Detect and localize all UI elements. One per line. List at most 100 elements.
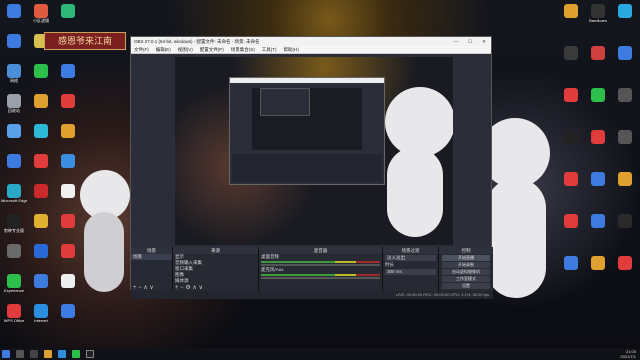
obs-window[interactable]: OBS 27.0.1 (64-bit, windows) - 配置文件: 未命名… — [130, 36, 493, 299]
desktop-icon[interactable]: Bandicam — [585, 4, 611, 32]
menu-scene-collection[interactable]: 场景集合(S) — [231, 47, 255, 53]
desktop-icon[interactable] — [55, 124, 81, 152]
start-recording-button[interactable]: 开始录制 — [442, 262, 490, 268]
minimize-button[interactable]: — — [449, 39, 463, 44]
menu-edit[interactable]: 编辑(E) — [156, 47, 171, 53]
desktop-icon[interactable] — [28, 124, 54, 152]
app-icon — [591, 130, 605, 144]
taskbar-app-icon[interactable] — [44, 350, 52, 358]
desktop-icon[interactable] — [28, 214, 54, 242]
desktop-icon[interactable] — [612, 46, 638, 74]
desktop-icon[interactable] — [28, 64, 54, 92]
menu-file[interactable]: 文件(F) — [134, 47, 149, 53]
search-icon[interactable] — [16, 350, 24, 358]
obs-menu-bar: 文件(F) 编辑(E) 视图(V) 配置文件(P) 场景集合(S) 工具(T) … — [131, 46, 491, 54]
task-view-icon[interactable] — [30, 350, 38, 358]
desktop-icon[interactable]: 剪映专业版 — [1, 214, 27, 242]
desktop-icon[interactable] — [585, 130, 611, 158]
sources-dock: 来源 显示 音频输入采集 窗口采集 图像 媒体源 + − ⚙ ∧ ∨ — [173, 247, 259, 291]
desktop-icon[interactable] — [585, 172, 611, 200]
desktop-icon[interactable]: 小区滤镜 — [28, 4, 54, 32]
app-icon — [61, 184, 75, 198]
desktop-icon[interactable] — [28, 244, 54, 272]
duration-input[interactable]: 300 ms — [385, 269, 436, 275]
desktop-icon[interactable]: 回收站 — [1, 94, 27, 122]
scene-item[interactable]: 场景 — [131, 254, 172, 260]
desktop-icon[interactable] — [55, 4, 81, 32]
app-icon — [7, 64, 21, 78]
desktop-icon[interactable]: Microsoft Edge — [1, 184, 27, 212]
desktop-icon[interactable] — [1, 154, 27, 182]
desktop-icon[interactable] — [585, 46, 611, 74]
desktop-icon[interactable] — [558, 256, 584, 284]
app-icon — [7, 184, 21, 198]
desktop-icon[interactable] — [28, 94, 54, 122]
desktop-icon[interactable] — [28, 154, 54, 182]
transition-type-select[interactable]: 淡入淡出 — [385, 255, 436, 261]
desktop-icon[interactable] — [28, 274, 54, 302]
obs-taskbar-icon[interactable] — [86, 350, 94, 358]
desktop-icon[interactable] — [1, 4, 27, 32]
desktop-icon[interactable]: Internet — [28, 304, 54, 332]
volume-slider[interactable] — [261, 277, 380, 279]
desktop-icon[interactable] — [612, 130, 638, 158]
desktop-icon[interactable] — [558, 172, 584, 200]
menu-view[interactable]: 视图(V) — [178, 47, 193, 53]
desktop-icon[interactable] — [55, 214, 81, 242]
desktop-icon[interactable] — [558, 130, 584, 158]
virtual-camera-button[interactable]: 启动虚拟摄像机 — [442, 269, 490, 275]
desktop-icon[interactable] — [55, 184, 81, 212]
menu-tools[interactable]: 工具(T) — [262, 47, 277, 53]
desktop-icon[interactable] — [28, 184, 54, 212]
desktop-icon[interactable] — [1, 124, 27, 152]
app-icon — [34, 244, 48, 258]
audio-meter — [261, 261, 380, 263]
menu-help[interactable]: 帮助(H) — [284, 47, 299, 53]
desktop-icon[interactable] — [1, 244, 27, 272]
taskbar-app-icon[interactable] — [72, 350, 80, 358]
desktop-icon[interactable] — [612, 172, 638, 200]
start-button[interactable] — [2, 350, 10, 358]
volume-slider[interactable] — [261, 264, 380, 266]
menu-profile[interactable]: 配置文件(P) — [200, 47, 224, 53]
close-button[interactable]: ✕ — [477, 39, 491, 45]
desktop-icon[interactable] — [612, 214, 638, 242]
system-tray-clock[interactable]: 21:00 2021/7/1 — [620, 348, 636, 360]
maximize-button[interactable]: ☐ — [463, 39, 477, 45]
desktop-icon[interactable] — [55, 64, 81, 92]
desktop-icon[interactable] — [612, 4, 638, 32]
app-icon — [564, 172, 578, 186]
app-icon — [7, 124, 21, 138]
app-icon — [618, 172, 632, 186]
desktop-icon[interactable] — [585, 88, 611, 116]
desktop-icon[interactable] — [585, 214, 611, 242]
obs-title-bar[interactable]: OBS 27.0.1 (64-bit, windows) - 配置文件: 未命名… — [131, 37, 491, 46]
start-streaming-button[interactable]: 开始直播 — [442, 255, 490, 261]
mascot-figure — [387, 147, 443, 237]
source-item[interactable]: 媒体源 — [173, 278, 258, 284]
desktop-icon[interactable] — [558, 46, 584, 74]
studio-mode-button[interactable]: 工作室模式 — [442, 276, 490, 282]
desktop-icon[interactable] — [585, 256, 611, 284]
desktop-icon[interactable] — [55, 154, 81, 182]
desktop-icon[interactable]: Experience — [1, 274, 27, 302]
transitions-dock: 场景过渡 淡入淡出 时长 300 ms — [383, 247, 439, 291]
app-icon — [618, 214, 632, 228]
taskbar-app-icon[interactable] — [58, 350, 66, 358]
desktop-icon[interactable] — [55, 244, 81, 272]
desktop-icon[interactable] — [612, 256, 638, 284]
app-icon — [61, 154, 75, 168]
desktop-icon[interactable] — [612, 88, 638, 116]
desktop-icon[interactable] — [558, 214, 584, 242]
controls-dock: 控制 开始直播 开始录制 启动虚拟摄像机 工作室模式 设置 — [439, 247, 493, 291]
desktop-icon[interactable] — [55, 274, 81, 302]
desktop-icon[interactable] — [558, 4, 584, 32]
desktop-icon[interactable] — [558, 88, 584, 116]
desktop-icon[interactable] — [55, 94, 81, 122]
settings-button[interactable]: 设置 — [442, 283, 490, 289]
obs-preview-canvas[interactable] — [175, 57, 453, 245]
desktop-icon[interactable] — [1, 34, 27, 62]
desktop-icon[interactable]: 网络 — [1, 64, 27, 92]
desktop-icon[interactable]: WPS Office — [1, 304, 27, 332]
desktop-icon[interactable] — [55, 304, 81, 332]
